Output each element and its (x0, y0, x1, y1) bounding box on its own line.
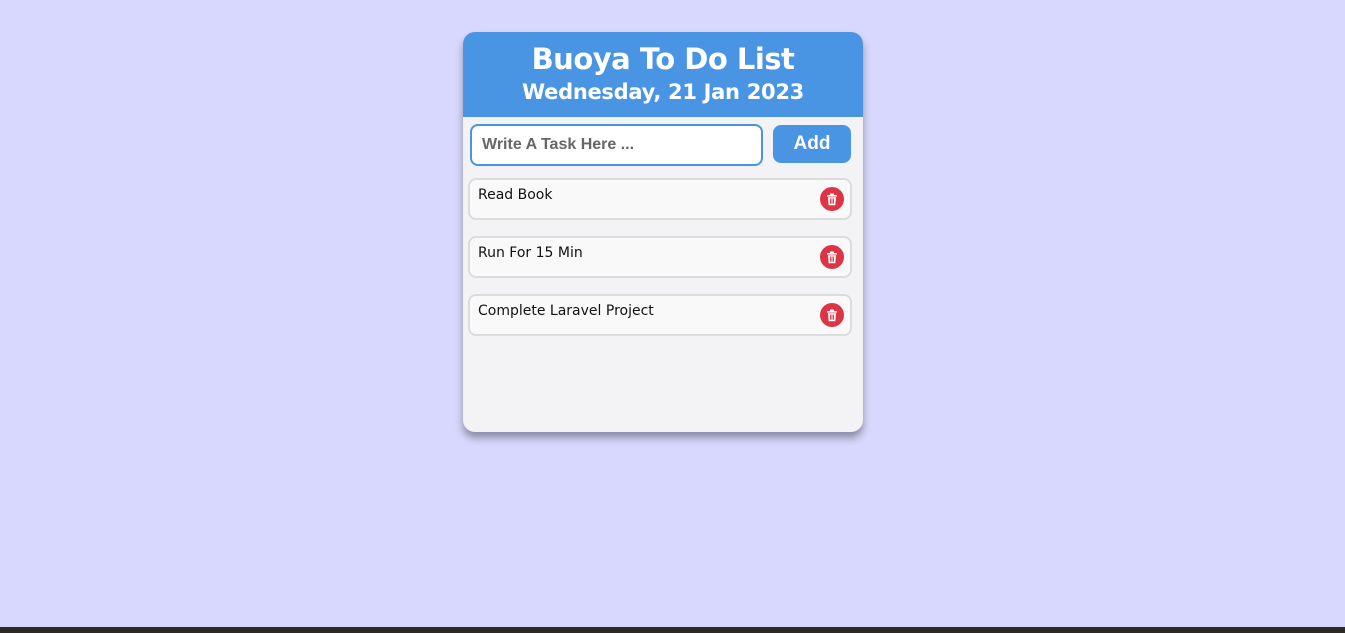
todo-card: Buoya To Do List Wednesday, 21 Jan 2023 … (463, 32, 863, 432)
task-list: Read Book Run For 15 Min Complete Larave… (468, 178, 852, 352)
input-row: Add (470, 124, 851, 166)
trash-icon (827, 193, 837, 205)
delete-button[interactable] (820, 245, 844, 269)
app-title: Buoya To Do List (531, 42, 795, 76)
delete-button[interactable] (820, 303, 844, 327)
current-date: Wednesday, 21 Jan 2023 (522, 80, 804, 104)
task-label: Read Book (478, 187, 553, 203)
task-item: Read Book (468, 178, 852, 220)
task-input[interactable] (470, 124, 763, 166)
trash-icon (827, 251, 837, 263)
task-label: Complete Laravel Project (478, 303, 654, 319)
header: Buoya To Do List Wednesday, 21 Jan 2023 (463, 32, 863, 117)
task-item: Complete Laravel Project (468, 294, 852, 336)
task-label: Run For 15 Min (478, 245, 583, 261)
task-item: Run For 15 Min (468, 236, 852, 278)
add-button[interactable]: Add (773, 125, 851, 163)
os-taskbar (0, 627, 1345, 633)
delete-button[interactable] (820, 187, 844, 211)
trash-icon (827, 309, 837, 321)
